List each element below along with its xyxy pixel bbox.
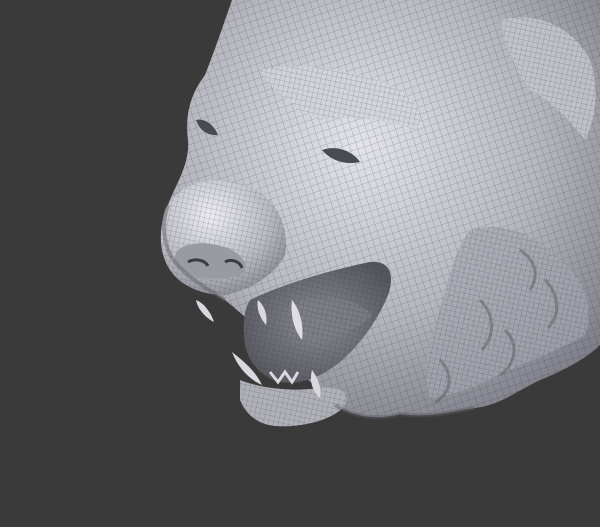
3d-viewport[interactable]: [0, 0, 600, 527]
sculpt-render[interactable]: [0, 0, 600, 527]
tooth-upper-incisor: [196, 300, 214, 322]
